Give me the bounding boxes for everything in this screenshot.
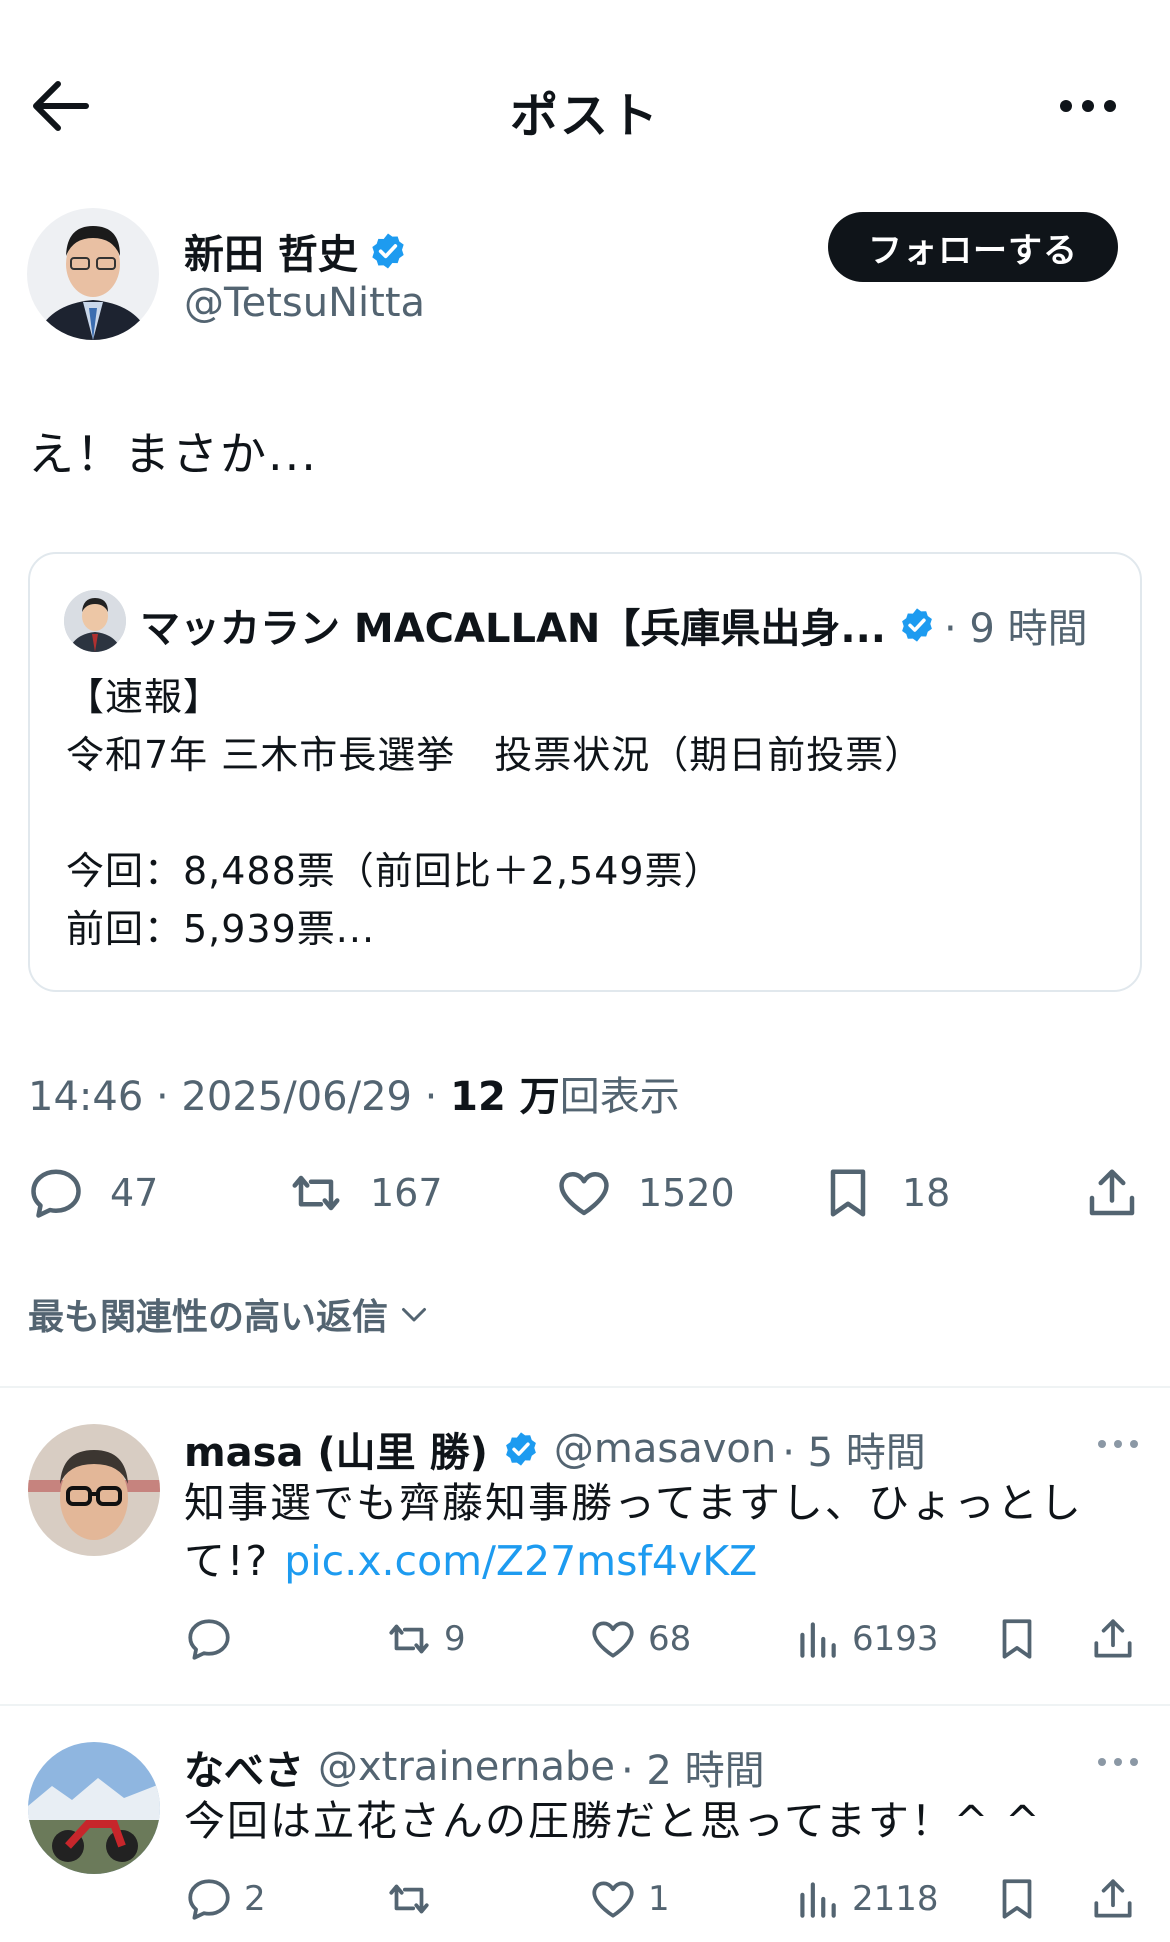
bookmark-icon[interactable] bbox=[818, 1163, 878, 1223]
sort-label[interactable]: 最も関連性の高い返信 bbox=[28, 1288, 388, 1340]
heart-icon[interactable] bbox=[554, 1163, 614, 1223]
bookmark-icon[interactable] bbox=[992, 1614, 1042, 1664]
quote-header: マッカラン MACALLAN【兵庫県出身... · 9 時間 bbox=[140, 596, 1088, 654]
repost-icon[interactable] bbox=[286, 1163, 346, 1223]
like-action[interactable]: 1520 bbox=[554, 1160, 735, 1226]
author-handle[interactable]: @TetsuNitta bbox=[184, 280, 425, 326]
like-action[interactable]: 1 bbox=[588, 1872, 670, 1926]
bookmark-count: 18 bbox=[902, 1171, 951, 1215]
share-action[interactable] bbox=[1088, 1872, 1138, 1926]
like-count: 1520 bbox=[638, 1171, 735, 1215]
repost-icon[interactable] bbox=[384, 1874, 434, 1924]
quote-author-name[interactable]: マッカラン MACALLAN【兵庫県出身... bbox=[140, 596, 886, 654]
reply-author-name[interactable]: なべさ bbox=[184, 1738, 304, 1796]
views-label: 回表示 bbox=[559, 1074, 680, 1120]
author-name-row[interactable]: 新田 哲史 bbox=[184, 222, 408, 280]
bookmark-action[interactable]: 18 bbox=[818, 1160, 950, 1226]
like-action[interactable]: 68 bbox=[588, 1612, 691, 1666]
verified-badge-icon bbox=[368, 231, 408, 271]
reply-avatar[interactable] bbox=[28, 1424, 160, 1556]
reply-icon[interactable] bbox=[26, 1163, 86, 1223]
views-action[interactable]: 2118 bbox=[792, 1872, 939, 1926]
verified-badge-icon bbox=[898, 606, 936, 644]
post-text: え！まさか... bbox=[28, 427, 318, 481]
quote-time: · 9 時間 bbox=[944, 606, 1088, 652]
share-icon[interactable] bbox=[1082, 1163, 1142, 1223]
reply-time: · 2 時間 bbox=[621, 1748, 765, 1794]
share-icon[interactable] bbox=[1088, 1614, 1138, 1664]
page-title: ポスト bbox=[509, 88, 660, 144]
bookmark-action[interactable] bbox=[992, 1872, 1042, 1926]
analytics-icon[interactable] bbox=[792, 1874, 842, 1924]
chevron-down-icon[interactable] bbox=[396, 1296, 432, 1332]
reply-action[interactable]: 47 bbox=[26, 1160, 158, 1226]
share-icon[interactable] bbox=[1088, 1874, 1138, 1924]
repost-icon[interactable] bbox=[384, 1614, 434, 1664]
author-avatar[interactable] bbox=[27, 208, 159, 340]
share-action[interactable] bbox=[1082, 1160, 1142, 1226]
reply-header: なべさ @xtrainernabe · 2 時間 bbox=[184, 1738, 765, 1796]
reply-count: 2 bbox=[244, 1879, 266, 1919]
reply-icon[interactable] bbox=[184, 1614, 234, 1664]
views-action[interactable]: 6193 bbox=[792, 1612, 939, 1666]
reply-time: · 5 時間 bbox=[782, 1430, 926, 1476]
reply-avatar[interactable] bbox=[28, 1742, 160, 1874]
reply-author-name[interactable]: masa (山里 勝) bbox=[184, 1420, 488, 1478]
more-options-icon[interactable] bbox=[1058, 96, 1118, 116]
follow-button[interactable]: フォローする bbox=[828, 212, 1118, 282]
reply-action[interactable]: 2 bbox=[184, 1872, 266, 1926]
divider bbox=[0, 1386, 1170, 1388]
reply-action[interactable] bbox=[184, 1612, 244, 1666]
repost-action[interactable] bbox=[384, 1872, 444, 1926]
repost-action[interactable]: 9 bbox=[384, 1612, 466, 1666]
heart-icon[interactable] bbox=[588, 1874, 638, 1924]
analytics-icon[interactable] bbox=[792, 1614, 842, 1664]
reply-header: masa (山里 勝) @masavon · 5 時間 bbox=[184, 1420, 926, 1478]
repost-count: 167 bbox=[370, 1171, 443, 1215]
reply-author-handle[interactable]: @masavon bbox=[554, 1426, 776, 1472]
quote-author-avatar[interactable] bbox=[64, 590, 126, 652]
verified-badge-icon bbox=[502, 1430, 540, 1468]
reply-icon[interactable] bbox=[184, 1874, 234, 1924]
post-meta: 14:46 · 2025/06/29 · 12 万回表示 bbox=[28, 1064, 680, 1122]
view-count: 2118 bbox=[852, 1879, 939, 1919]
bookmark-action[interactable] bbox=[992, 1612, 1042, 1666]
repost-action[interactable]: 167 bbox=[286, 1160, 443, 1226]
reply-media-link[interactable]: pic.x.com/Z27msf4vKZ bbox=[284, 1537, 757, 1585]
reply-text: 知事選でも齊藤知事勝ってますし、ひょっとして!? pic.x.com/Z27ms… bbox=[184, 1474, 1084, 1590]
heart-icon[interactable] bbox=[588, 1614, 638, 1664]
more-options-icon[interactable] bbox=[1096, 1437, 1140, 1451]
post-datetime: 14:46 · 2025/06/29 · bbox=[28, 1074, 451, 1120]
views-count[interactable]: 12 万 bbox=[450, 1074, 560, 1120]
divider bbox=[0, 1704, 1170, 1706]
reply-count: 47 bbox=[110, 1171, 159, 1215]
bookmark-icon[interactable] bbox=[992, 1874, 1042, 1924]
repost-count: 9 bbox=[444, 1619, 466, 1659]
like-count: 68 bbox=[648, 1619, 692, 1659]
quote-body: 【速報】 令和7年 三木市長選挙 投票状況（期日前投票） 今回：8,488票（前… bbox=[66, 675, 924, 951]
author-name[interactable]: 新田 哲史 bbox=[184, 222, 358, 280]
reply-author-handle[interactable]: @xtrainernabe bbox=[318, 1744, 615, 1790]
more-options-icon[interactable] bbox=[1096, 1755, 1140, 1769]
reply-sort-dropdown[interactable]: 最も関連性の高い返信 bbox=[28, 1288, 432, 1340]
reply-text: 今回は立花さんの圧勝だと思ってます！^ ^ bbox=[184, 1797, 1042, 1845]
share-action[interactable] bbox=[1088, 1612, 1138, 1666]
like-count: 1 bbox=[648, 1879, 670, 1919]
view-count: 6193 bbox=[852, 1619, 939, 1659]
